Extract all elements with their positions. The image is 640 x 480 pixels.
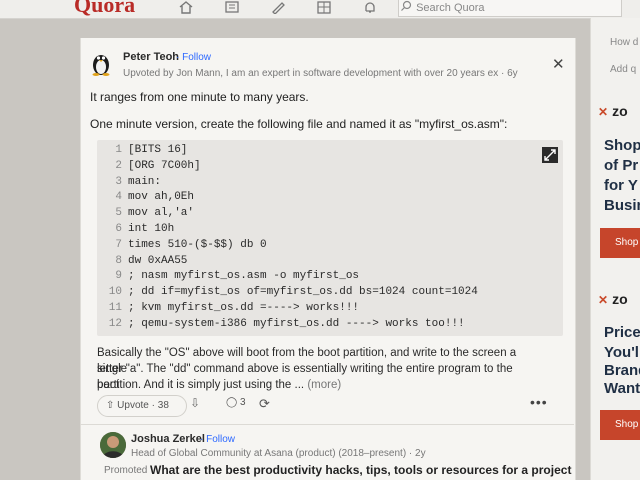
next-author-credential: Head of Global Community at Asana (produ… (131, 448, 426, 459)
code-line-text: int 10h (128, 223, 175, 235)
answer-instruction: One minute version, create the following… (90, 117, 508, 131)
ad1-line: of Pr (604, 157, 639, 174)
next-author-name[interactable]: Joshua Zerkel (131, 433, 205, 445)
pen-icon[interactable] (268, 0, 288, 16)
code-line: 10 ; dd if=myfist_os of=myfirst_os.dd bs=… (104, 286, 478, 298)
code-line-number: 11 (108, 302, 122, 314)
follow-label: Follow (182, 52, 212, 63)
brand-mark-icon: ✕ (598, 105, 609, 119)
more-options-icon[interactable]: ••• (530, 394, 548, 410)
next-follow-button[interactable]: · Follow (200, 434, 235, 445)
ad1-shop-button[interactable]: Shop (600, 228, 640, 258)
code-line: 8 dw 0xAA55 (104, 255, 187, 267)
downvote-icon[interactable]: ⇩ (190, 396, 212, 414)
spaces-icon[interactable] (314, 0, 334, 16)
author-name[interactable]: Peter Teoh (123, 51, 179, 63)
ad2-line: You'll (604, 344, 640, 361)
ad2-line: Prices (604, 324, 640, 341)
expand-icon[interactable] (542, 147, 558, 163)
next-follow-label: Follow (206, 434, 236, 445)
code-line-number: 5 (115, 207, 122, 220)
code-line-text: times 510-($-$$) db 0 (128, 238, 267, 251)
code-line: 2 [ORG 7C00h] (104, 159, 201, 172)
upvoted-by-line: Upvoted by Jon Mann, I am an expert in s… (123, 68, 518, 79)
upvote-count: 38 (157, 400, 169, 411)
search-icon (399, 0, 416, 15)
code-line-text: [BITS 16] (128, 144, 188, 156)
ad2-line: Want. (604, 380, 640, 397)
follow-button[interactable]: · Follow (176, 52, 211, 63)
code-line-text: ; nasm myfirst_os.asm -o myfirst_os (128, 270, 360, 283)
code-line-text: [ORG 7C00h] (128, 159, 201, 172)
code-line: 1 [BITS 16] (104, 144, 187, 156)
code-line: 9 ; nasm myfirst_os.asm -o myfirst_os (104, 270, 359, 282)
ad2-shop-button[interactable]: Shop No (600, 410, 640, 440)
quora-logo[interactable]: Quora (74, 0, 135, 18)
code-line-number: 2 (115, 159, 122, 172)
upvote-label: Upvote (117, 400, 149, 411)
comment-button[interactable]: ◯ 3 (226, 397, 246, 408)
code-line-number: 4 (115, 191, 122, 204)
more-link[interactable]: (more) (307, 379, 341, 391)
answer-body-line3: partition. And it is simply just using t… (97, 377, 537, 393)
code-line-number: 1 (115, 144, 122, 156)
ad2-line: Brands (604, 362, 640, 379)
code-line-text: mov al,'a' (128, 207, 195, 220)
code-line-text: ; qemu-system-i386 myfirst_os.dd ----> w… (128, 317, 465, 330)
code-line-number: 7 (115, 238, 122, 251)
answer-body-line3-text: partition. And it is simply just using t… (97, 379, 305, 391)
code-line-number: 10 (108, 286, 122, 299)
code-line-number: 12 (108, 317, 122, 330)
code-line: 4 mov ah,0Eh (104, 191, 194, 203)
search-placeholder: Search Quora (416, 2, 485, 14)
code-line: 12 ; qemu-system-i386 myfirst_os.dd ---->… (104, 318, 465, 330)
ad2-brand[interactable]: ✕ zo (598, 291, 628, 307)
promoted-question-title[interactable]: What are the best productivity hacks, ti… (150, 463, 571, 477)
promoted-label: Promoted (104, 465, 148, 476)
ad1-line: for Y (604, 177, 638, 194)
code-line-number: 8 (115, 254, 122, 267)
code-line-number: 9 (115, 270, 122, 283)
ad1-line: Shop (604, 137, 640, 154)
ad1-brand[interactable]: ✕ zo (598, 103, 628, 119)
upvote-button[interactable]: ⇧ Upvote · 38 (97, 395, 187, 417)
ad1-line: Busin (604, 197, 640, 214)
ad2-brand-text: zo (612, 291, 628, 307)
code-line: 7 times 510-($-$$) db 0 (104, 238, 267, 251)
close-icon[interactable]: ✕ (552, 55, 565, 73)
code-line-text: ; dd if=myfist_os of=myfirst_os.dd bs=10… (128, 286, 478, 299)
code-line-number: 6 (115, 223, 122, 235)
share-icon[interactable]: ⟳ (259, 396, 270, 412)
code-line-text: ; kvm myfirst_os.dd =----> works!!! (128, 302, 360, 314)
answer-divider (80, 424, 574, 425)
upvote-icon: ⇧ (106, 400, 115, 411)
top-navbar: Quora Search Quora (0, 0, 640, 19)
brand-mark-icon: ✕ (598, 293, 609, 307)
answer-intro: It ranges from one minute to many years. (90, 90, 309, 104)
avatar[interactable] (100, 432, 126, 458)
code-line-text: main: (128, 175, 162, 188)
code-line-text: dw 0xAA55 (128, 254, 188, 267)
comment-icon: ◯ (226, 397, 238, 408)
home-icon[interactable] (176, 0, 196, 16)
code-line: 3 main: (104, 176, 161, 188)
code-line-number: 3 (115, 175, 122, 188)
answer-icon[interactable] (222, 0, 242, 16)
comment-count: 3 (239, 397, 246, 408)
tux-avatar[interactable] (90, 50, 112, 76)
search-input[interactable]: Search Quora (398, 0, 622, 17)
bell-icon[interactable] (360, 0, 380, 16)
sidebar-hint-1[interactable]: How d (610, 37, 638, 48)
sidebar-hint-2[interactable]: Add q (610, 64, 636, 75)
code-line: 5 mov al,'a' (104, 207, 194, 219)
ad1-brand-text: zo (612, 103, 628, 119)
code-line: 6 int 10h (104, 223, 174, 235)
code-line-text: mov ah,0Eh (128, 191, 195, 204)
code-line: 11 ; kvm myfirst_os.dd =----> works!!! (104, 302, 359, 314)
